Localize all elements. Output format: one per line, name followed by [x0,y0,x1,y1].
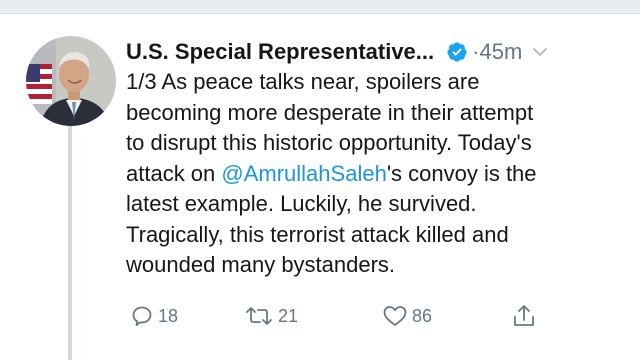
retweet-icon [244,304,274,328]
verified-badge-icon [446,41,468,63]
mention-link[interactable]: @AmrullahSaleh [221,161,386,186]
top-bar [0,0,640,14]
tweet-text-fragment: attack on [126,160,222,186]
tweet-actions: 18 21 86 [126,302,546,330]
tweet-text-line: becoming more desperate in their attempt [126,99,534,125]
retweet-count: 21 [278,305,299,326]
tweet-text-line: wounded many bystanders. [126,252,396,277]
timestamp-value: 45m [479,39,523,64]
chevron-down-icon[interactable] [532,44,548,60]
tweet-timestamp[interactable]: ·45m [472,39,522,65]
share-icon [512,303,536,329]
thread-connector-line [68,122,72,360]
tweet-text-line: Tragically, this terrorist attack killed… [126,221,509,247]
heart-icon [382,304,408,328]
tweet-text-line: attack on @AmrullahSaleh's convoy is the [126,159,626,190]
avatar-photo [26,36,116,126]
tweet-text-line: 1/3 As peace talks near, spoilers are [126,69,480,94]
tweet-header: U.S. Special Representative... ·45m [126,34,548,70]
reply-icon [130,304,154,328]
like-button[interactable]: 86 [382,302,432,330]
author-display-name[interactable]: U.S. Special Representative... [126,39,434,65]
tweet-text-line: to disrupt this historic opportunity. To… [126,130,532,155]
tweet-text: 1/3 As peace talks near, spoilers are be… [126,67,626,281]
like-count: 86 [412,305,433,326]
retweet-button[interactable]: 21 [244,302,298,330]
share-button[interactable] [512,302,536,330]
tweet-text-fragment: 's convoy is the [386,160,537,186]
reply-count: 18 [158,305,179,326]
avatar[interactable] [26,36,116,126]
reply-button[interactable]: 18 [130,302,178,330]
tweet[interactable]: U.S. Special Representative... ·45m 1/3 … [0,14,640,360]
tweet-text-line: latest example. Luckily, he survived. [126,191,477,216]
